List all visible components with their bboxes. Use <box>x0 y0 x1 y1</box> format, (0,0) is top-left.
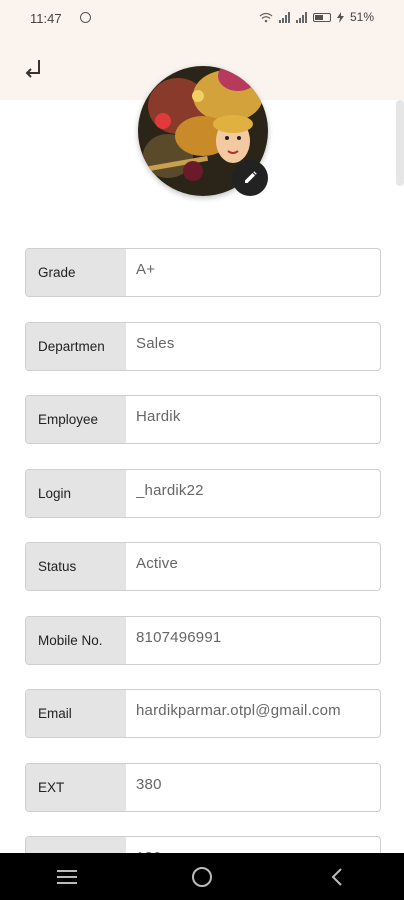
avatar-container <box>138 66 268 196</box>
field-label: Login <box>26 469 126 517</box>
recents-icon <box>57 869 78 884</box>
battery-percent: 51% <box>349 10 374 24</box>
field-label: Mobile No. <box>26 616 126 664</box>
field-label: Grade <box>26 249 126 296</box>
battery-icon <box>312 12 331 22</box>
field-label: Departmen <box>26 322 126 370</box>
field-label: Email <box>26 690 126 737</box>
field-label: Status <box>26 543 126 590</box>
email-field[interactable]: Email hardikparmar.otpl@gmail.com <box>25 689 381 738</box>
notification-icon <box>80 12 91 23</box>
home-button[interactable] <box>182 857 222 897</box>
department-field[interactable]: Departmen Sales <box>25 321 381 371</box>
login-field[interactable]: Login _hardik22 <box>25 468 381 518</box>
field-value: A+ <box>136 261 156 278</box>
recents-button[interactable] <box>47 857 87 897</box>
system-nav-bar <box>0 853 404 900</box>
signal-icon-2 <box>295 11 307 23</box>
signal-icon <box>278 11 290 23</box>
profile-screen: 11:47 51% Grade A+ Departmen Sales Emplo… <box>0 0 404 900</box>
charging-icon <box>336 11 344 23</box>
field-value: 380 <box>136 775 162 793</box>
status-field[interactable]: Status Active <box>25 542 381 591</box>
profile-fields: Grade A+ Departmen Sales Employee Hardik… <box>25 248 381 900</box>
field-value: 8107496991 <box>136 628 222 646</box>
employee-field[interactable]: Employee Hardik <box>25 395 381 444</box>
home-icon <box>191 866 212 887</box>
status-time: 11:47 <box>30 11 62 26</box>
nav-back-icon <box>331 867 342 886</box>
ext-field[interactable]: EXT 380 <box>25 762 381 812</box>
mobile-field[interactable]: Mobile No. 8107496991 <box>25 615 381 665</box>
scrollbar-thumb[interactable] <box>396 100 404 186</box>
field-value: hardikparmar.otpl@gmail.com <box>136 702 341 719</box>
pencil-icon <box>245 171 257 183</box>
grade-field[interactable]: Grade A+ <box>25 248 381 297</box>
wifi-icon <box>259 12 273 22</box>
field-value: _hardik22 <box>136 481 204 499</box>
field-value: Sales <box>136 334 175 352</box>
status-indicators: 51% <box>259 10 374 24</box>
back-return-icon <box>25 60 40 78</box>
field-value: Hardik <box>136 408 181 425</box>
nav-back-button[interactable] <box>317 857 357 897</box>
field-label: Employee <box>26 396 126 443</box>
field-label: EXT <box>26 763 126 811</box>
status-bar: 11:47 51% <box>0 0 404 40</box>
back-button[interactable] <box>20 54 50 84</box>
field-value: Active <box>136 555 179 572</box>
edit-photo-button[interactable] <box>232 160 268 196</box>
